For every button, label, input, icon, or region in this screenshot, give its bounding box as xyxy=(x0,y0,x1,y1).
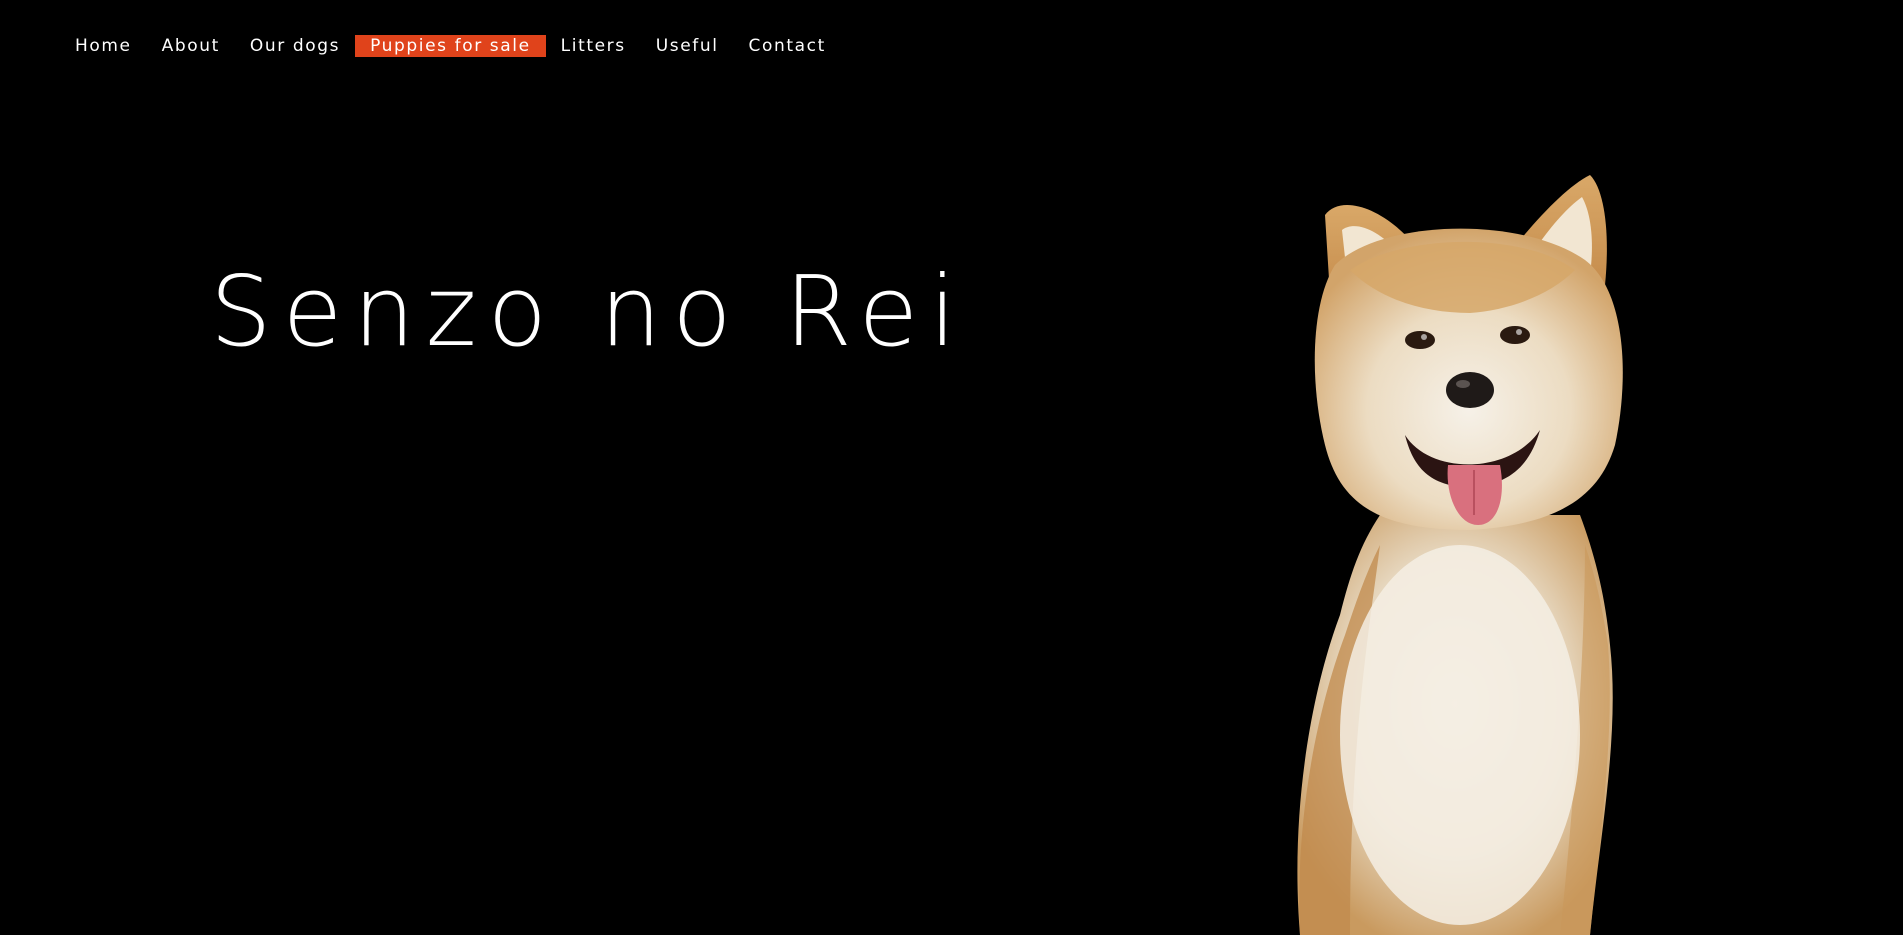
main-nav: Home About Our dogs Puppies for sale Lit… xyxy=(60,35,841,57)
hero-title: Senzo no Rei xyxy=(210,255,968,368)
nav-item-useful[interactable]: Useful xyxy=(641,35,734,57)
nav-item-about[interactable]: About xyxy=(147,35,235,57)
page: Home About Our dogs Puppies for sale Lit… xyxy=(0,0,1903,935)
nav-item-contact[interactable]: Contact xyxy=(734,35,841,57)
nav-item-our-dogs[interactable]: Our dogs xyxy=(235,35,355,57)
nav-item-puppies-for-sale[interactable]: Puppies for sale xyxy=(355,35,546,57)
akita-dog-image xyxy=(1297,175,1623,935)
nav-item-litters[interactable]: Litters xyxy=(546,35,641,57)
nav-item-home[interactable]: Home xyxy=(60,35,147,57)
